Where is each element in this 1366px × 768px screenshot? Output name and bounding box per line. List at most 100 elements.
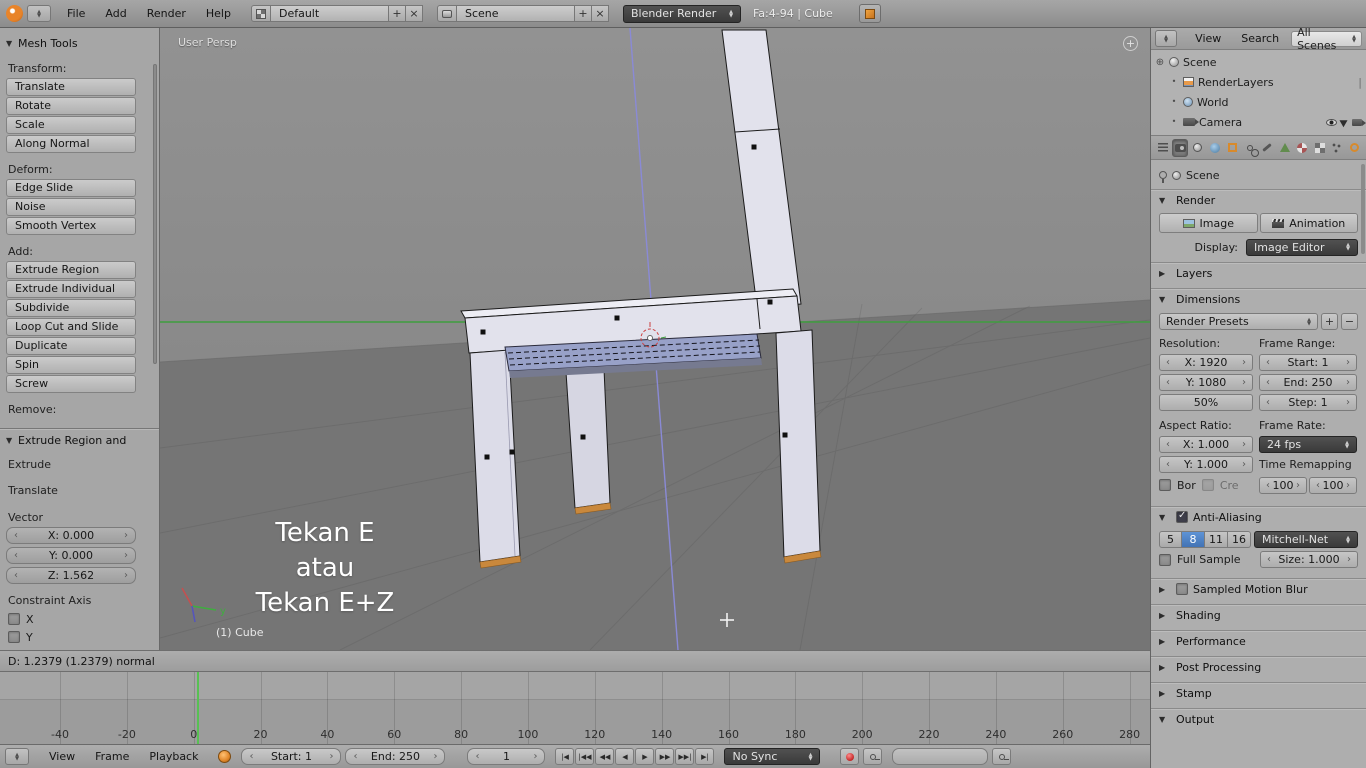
chevron-left-icon[interactable]: [1264, 357, 1272, 368]
aa-sample-5[interactable]: 5: [1159, 531, 1182, 548]
chevron-left-icon[interactable]: [1164, 439, 1172, 450]
next-keyframe-button[interactable]: ▶▶|: [675, 748, 695, 765]
frame-start-field[interactable]: Start: 1: [1259, 354, 1357, 371]
scene-add-button[interactable]: [574, 5, 592, 22]
layout-add-button[interactable]: [388, 5, 406, 22]
tool-button-extrude-region[interactable]: Extrude Region: [6, 261, 136, 279]
shading-panel-header[interactable]: Shading: [1159, 605, 1358, 625]
tool-button-smooth-vertex[interactable]: Smooth Vertex: [6, 217, 136, 235]
camera-render-icon[interactable]: [1352, 118, 1366, 126]
aspect-y-field[interactable]: Y: 1.000: [1159, 456, 1253, 473]
chevron-right-icon[interactable]: [431, 751, 439, 762]
tool-button-edge-slide[interactable]: Edge Slide: [6, 179, 136, 197]
aspect-x-field[interactable]: X: 1.000: [1159, 436, 1253, 453]
region-expand-icon[interactable]: [1123, 36, 1138, 51]
menu-render[interactable]: Render: [137, 2, 196, 26]
dimensions-panel-header[interactable]: Dimensions: [1159, 289, 1358, 309]
tool-button-loop-cut-and-slide[interactable]: Loop Cut and Slide: [6, 318, 136, 336]
properties-scrollbar[interactable]: [1361, 164, 1365, 254]
tab-material[interactable]: [1294, 139, 1309, 157]
vector-x-field[interactable]: X: 0.000: [6, 527, 136, 544]
layers-panel-header[interactable]: Layers: [1159, 263, 1358, 283]
prev-keyframe-button[interactable]: |◀◀: [575, 748, 595, 765]
preview-range-clock-icon[interactable]: [218, 750, 232, 763]
tool-button-spin[interactable]: Spin: [6, 356, 136, 374]
cursor-arrow-icon[interactable]: [1339, 116, 1350, 128]
chevron-right-icon[interactable]: [531, 751, 539, 762]
keying-set-button[interactable]: [863, 748, 883, 765]
editmode-object-button[interactable]: [858, 4, 881, 23]
tab-constraints[interactable]: [1242, 139, 1259, 157]
post-processing-panel-header[interactable]: Post Processing: [1159, 657, 1358, 677]
tool-button-extrude-individual[interactable]: Extrude Individual: [6, 280, 136, 298]
render-presets-dropdown[interactable]: Render Presets: [1159, 313, 1318, 330]
menu-help[interactable]: Help: [196, 2, 241, 26]
editor-type-selector[interactable]: [27, 5, 51, 22]
vector-z-field[interactable]: Z: 1.562: [6, 567, 136, 584]
menu-add[interactable]: Add: [95, 2, 136, 26]
tool-button-translate[interactable]: Translate: [6, 78, 136, 96]
aa-filter-dropdown[interactable]: Mitchell-Net: [1254, 531, 1358, 548]
chevron-left-icon[interactable]: [1164, 377, 1172, 388]
insert-keyframe-button[interactable]: [992, 748, 1012, 765]
frame-end-field[interactable]: End: 250: [1259, 374, 1357, 391]
properties-editor-selector[interactable]: [1155, 139, 1170, 157]
tab-render[interactable]: [1172, 138, 1188, 157]
render-panel-header[interactable]: Render: [1159, 190, 1358, 210]
menu-file[interactable]: File: [57, 2, 95, 26]
play-reverse-button[interactable]: ◀◀: [595, 748, 615, 765]
aa-sample-11[interactable]: 11: [1205, 531, 1228, 548]
toolshelf-panel-header[interactable]: Mesh Tools: [6, 34, 151, 52]
scene-name-field[interactable]: Scene: [456, 5, 575, 22]
chevron-left-icon[interactable]: [1314, 480, 1322, 491]
chevron-right-icon[interactable]: [1240, 357, 1248, 368]
motion-blur-checkbox[interactable]: [1176, 583, 1188, 595]
timeline-menu-playback[interactable]: Playback: [139, 745, 208, 768]
current-frame-playhead[interactable]: [197, 672, 199, 744]
vector-y-field[interactable]: Y: 0.000: [6, 547, 136, 564]
chevron-left-icon[interactable]: [1164, 357, 1172, 368]
crop-checkbox[interactable]: [1201, 479, 1214, 491]
antialiasing-panel-header[interactable]: Anti-Aliasing: [1159, 507, 1358, 527]
chevron-right-icon[interactable]: [327, 751, 335, 762]
tool-button-screw[interactable]: Screw: [6, 375, 136, 393]
preset-add-button[interactable]: [1321, 313, 1338, 330]
chevron-left-icon[interactable]: [12, 550, 20, 561]
timeline-menu-frame[interactable]: Frame: [85, 745, 139, 768]
remap-old-field[interactable]: 100: [1259, 476, 1307, 494]
jump-start-button[interactable]: |◀: [555, 748, 575, 765]
operator-panel-header[interactable]: Extrude Region and: [6, 431, 151, 449]
motion-blur-panel-header[interactable]: Sampled Motion Blur: [1159, 579, 1358, 599]
resolution-percentage-button[interactable]: 50%: [1159, 394, 1253, 411]
constraint-x-checkbox[interactable]: [8, 613, 20, 625]
expand-icon[interactable]: [1155, 57, 1165, 68]
tool-button-duplicate[interactable]: Duplicate: [6, 337, 136, 355]
chevron-right-icon[interactable]: [122, 530, 130, 541]
tab-physics[interactable]: [1347, 139, 1362, 157]
chevron-left-icon[interactable]: [1264, 397, 1272, 408]
chevron-left-icon[interactable]: [1264, 377, 1272, 388]
chevron-right-icon[interactable]: [1345, 554, 1353, 565]
outliner-row-world[interactable]: World: [1155, 92, 1362, 112]
jump-end-button[interactable]: ▶|: [695, 748, 715, 765]
stamp-panel-header[interactable]: Stamp: [1159, 683, 1358, 703]
chevron-left-icon[interactable]: [1264, 480, 1272, 491]
scene-browse-icon[interactable]: [436, 5, 457, 22]
chevron-left-icon[interactable]: [1164, 459, 1172, 470]
chevron-right-icon[interactable]: [1240, 377, 1248, 388]
tab-modifiers[interactable]: [1260, 139, 1275, 157]
outliner-row-camera[interactable]: Camera: [1155, 112, 1366, 132]
chevron-right-icon[interactable]: [122, 550, 130, 561]
frame-start-field[interactable]: Start: 1: [241, 748, 342, 765]
preset-remove-button[interactable]: [1341, 313, 1358, 330]
tool-button-noise[interactable]: Noise: [6, 198, 136, 216]
full-sample-checkbox[interactable]: [1159, 553, 1171, 566]
sync-dropdown[interactable]: No Sync: [724, 748, 821, 765]
chevron-left-icon[interactable]: [12, 530, 20, 541]
chevron-right-icon[interactable]: [1344, 357, 1352, 368]
render-animation-button[interactable]: Animation: [1259, 213, 1358, 233]
resolution-x-field[interactable]: X: 1920: [1159, 354, 1253, 371]
toolshelf-scrollbar[interactable]: [153, 64, 157, 364]
display-dropdown[interactable]: Image Editor: [1246, 238, 1358, 256]
current-frame-field[interactable]: 1: [467, 748, 546, 765]
